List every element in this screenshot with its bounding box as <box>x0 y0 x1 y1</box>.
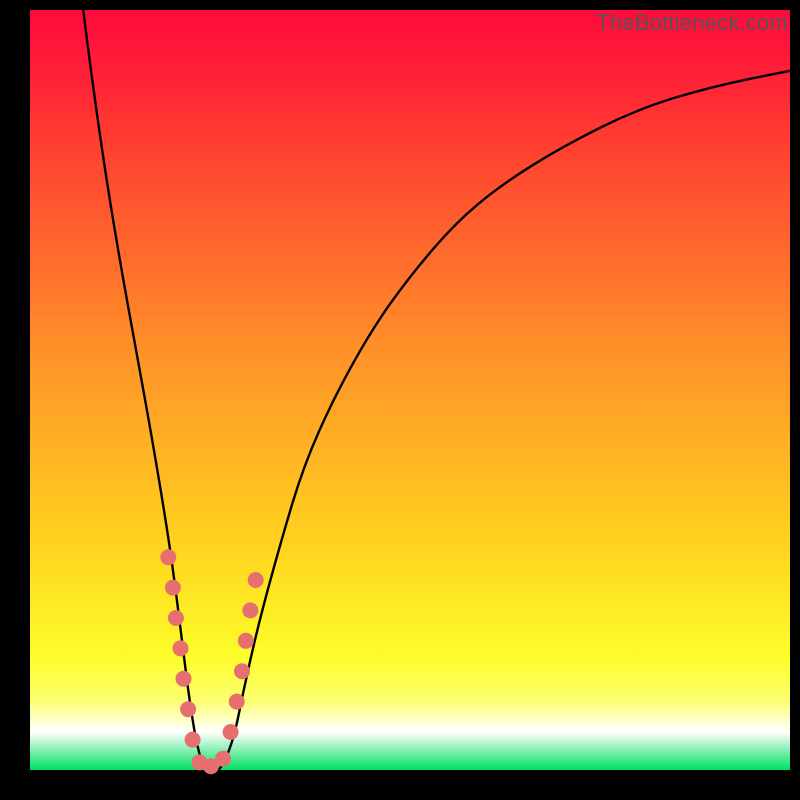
data-marker <box>185 732 201 748</box>
data-marker <box>192 754 208 770</box>
data-marker <box>180 701 196 717</box>
chart-stage: TheBottleneck.com <box>0 0 800 800</box>
data-marker <box>248 572 264 588</box>
data-marker <box>165 580 181 596</box>
plot-area <box>30 10 790 770</box>
bottleneck-curve <box>83 10 790 770</box>
data-marker <box>168 610 184 626</box>
chart-svg <box>30 10 790 770</box>
data-marker <box>176 671 192 687</box>
data-marker <box>234 663 250 679</box>
data-marker <box>160 549 176 565</box>
marker-layer <box>160 549 263 774</box>
data-marker <box>229 694 245 710</box>
data-marker <box>173 640 189 656</box>
data-marker <box>238 633 254 649</box>
data-marker <box>242 602 258 618</box>
watermark-text: TheBottleneck.com <box>596 10 788 36</box>
data-marker <box>223 724 239 740</box>
data-marker <box>215 751 231 767</box>
data-marker <box>203 758 219 774</box>
